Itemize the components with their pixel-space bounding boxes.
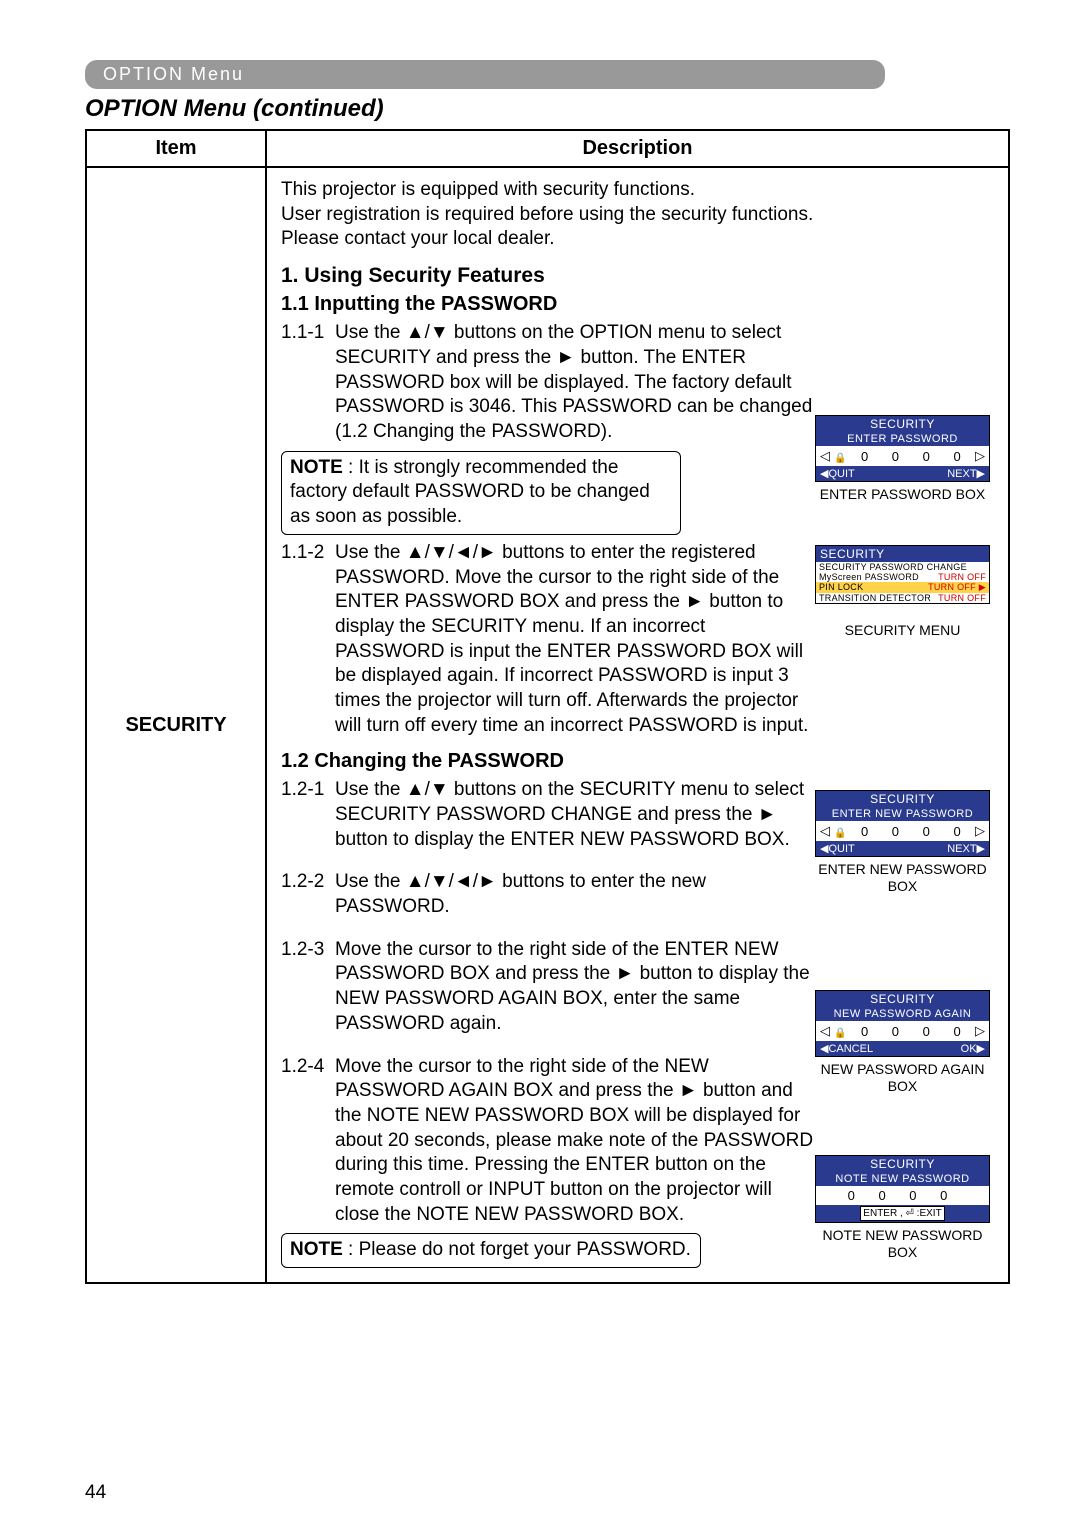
osd-title: SECURITY	[816, 791, 989, 807]
step-number: 1.2-2	[281, 870, 335, 919]
note-label: NOTE	[290, 457, 343, 478]
osd-cancel: ◀CANCEL	[820, 1042, 873, 1055]
osd-enter-password: SECURITY ENTER PASSWORD ◁ 0 0 0 0 ▷ ◀QUI…	[815, 415, 990, 503]
heading-inputting-password: 1.1 Inputting the PASSWORD	[281, 291, 994, 317]
menu-item: PIN LOCK	[819, 582, 863, 593]
password-digits: 0 0 0 0	[851, 449, 971, 464]
option-table: Item Description SECURITY This projector…	[85, 129, 1010, 1284]
section-tab: OPTION Menu	[85, 60, 885, 89]
note-box-2: NOTE : Please do not forget your PASSWOR…	[281, 1233, 701, 1268]
note-label: NOTE	[290, 1239, 343, 1260]
page-number: 44	[85, 1482, 106, 1504]
menu-item: TRANSITION DETECTOR	[819, 593, 931, 603]
page-title: OPTION Menu (continued)	[85, 95, 1010, 123]
lock-icon	[834, 1024, 846, 1039]
step-number: 1.1-1	[281, 321, 335, 444]
step-number: 1.2-4	[281, 1055, 335, 1228]
osd-subtitle: ENTER NEW PASSWORD	[816, 807, 989, 821]
menu-value: TURN OFF	[938, 572, 986, 582]
osd-new-password-again: SECURITY NEW PASSWORD AGAIN ◁ 0 0 0 0 ▷ …	[815, 990, 990, 1095]
osd-caption: NEW PASSWORD AGAIN BOX	[815, 1061, 990, 1095]
osd-security-menu: SECURITY SECURITY PASSWORD CHANGE MyScre…	[815, 545, 990, 639]
osd-ok: OK▶	[961, 1042, 985, 1055]
osd-enter-new-password: SECURITY ENTER NEW PASSWORD ◁ 0 0 0 0 ▷ …	[815, 790, 990, 895]
menu-item: SECURITY PASSWORD CHANGE	[819, 562, 967, 572]
arrow-left-icon: ◁	[820, 1023, 830, 1039]
arrow-right-icon: ▷	[975, 823, 985, 839]
arrow-right-icon: ▷	[975, 448, 985, 464]
osd-title: SECURITY	[816, 991, 989, 1007]
note-box-1: NOTE : It is strongly recommended the fa…	[281, 451, 681, 535]
menu-value: TURN OFF	[938, 593, 986, 603]
note-text: : It is strongly recommended the factory…	[290, 457, 650, 527]
arrow-left-icon: ◁	[820, 448, 830, 464]
step-number: 1.2-3	[281, 938, 335, 1037]
osd-caption: NOTE NEW PASSWORD BOX	[815, 1227, 990, 1261]
col-header-item: Item	[86, 130, 266, 167]
osd-note-new-password: SECURITY NOTE NEW PASSWORD 0 0 0 0 ENTER…	[815, 1155, 990, 1261]
lock-icon	[834, 449, 846, 464]
osd-caption: ENTER NEW PASSWORD BOX	[815, 861, 990, 895]
arrow-right-icon: ▷	[975, 1023, 985, 1039]
osd-subtitle: ENTER PASSWORD	[816, 432, 989, 446]
description-cell: This projector is equipped with security…	[266, 167, 1009, 1283]
osd-title: SECURITY	[816, 416, 989, 432]
step-number: 1.2-1	[281, 778, 335, 852]
osd-quit: ◀QUIT	[820, 467, 855, 480]
arrow-left-icon: ◁	[820, 823, 830, 839]
intro-text: This projector is equipped with security…	[281, 178, 994, 252]
note-text: : Please do not forget your PASSWORD.	[343, 1239, 691, 1260]
osd-quit: ◀QUIT	[820, 842, 855, 855]
step-number: 1.1-2	[281, 541, 335, 739]
heading-changing-password: 1.2 Changing the PASSWORD	[281, 748, 994, 774]
heading-using-security: 1. Using Security Features	[281, 262, 994, 289]
password-digits: 0 0 0 0	[851, 1024, 971, 1039]
osd-caption: ENTER PASSWORD BOX	[815, 486, 990, 503]
col-header-description: Description	[266, 130, 1009, 167]
password-digits: 0 0 0 0	[848, 1188, 958, 1203]
osd-caption: SECURITY MENU	[815, 622, 990, 639]
osd-title: SECURITY	[816, 546, 989, 562]
osd-subtitle: NEW PASSWORD AGAIN	[816, 1007, 989, 1021]
lock-icon	[834, 824, 846, 839]
menu-item: MyScreen PASSWORD	[819, 572, 919, 582]
osd-exit: ENTER , ⏎ :EXIT	[860, 1206, 944, 1221]
osd-next: NEXT▶	[947, 467, 985, 480]
password-digits: 0 0 0 0	[851, 824, 971, 839]
osd-next: NEXT▶	[947, 842, 985, 855]
item-security: SECURITY	[86, 167, 266, 1283]
osd-title: SECURITY	[816, 1156, 989, 1172]
menu-value: TURN OFF ▶	[928, 582, 986, 593]
osd-subtitle: NOTE NEW PASSWORD	[816, 1172, 989, 1186]
